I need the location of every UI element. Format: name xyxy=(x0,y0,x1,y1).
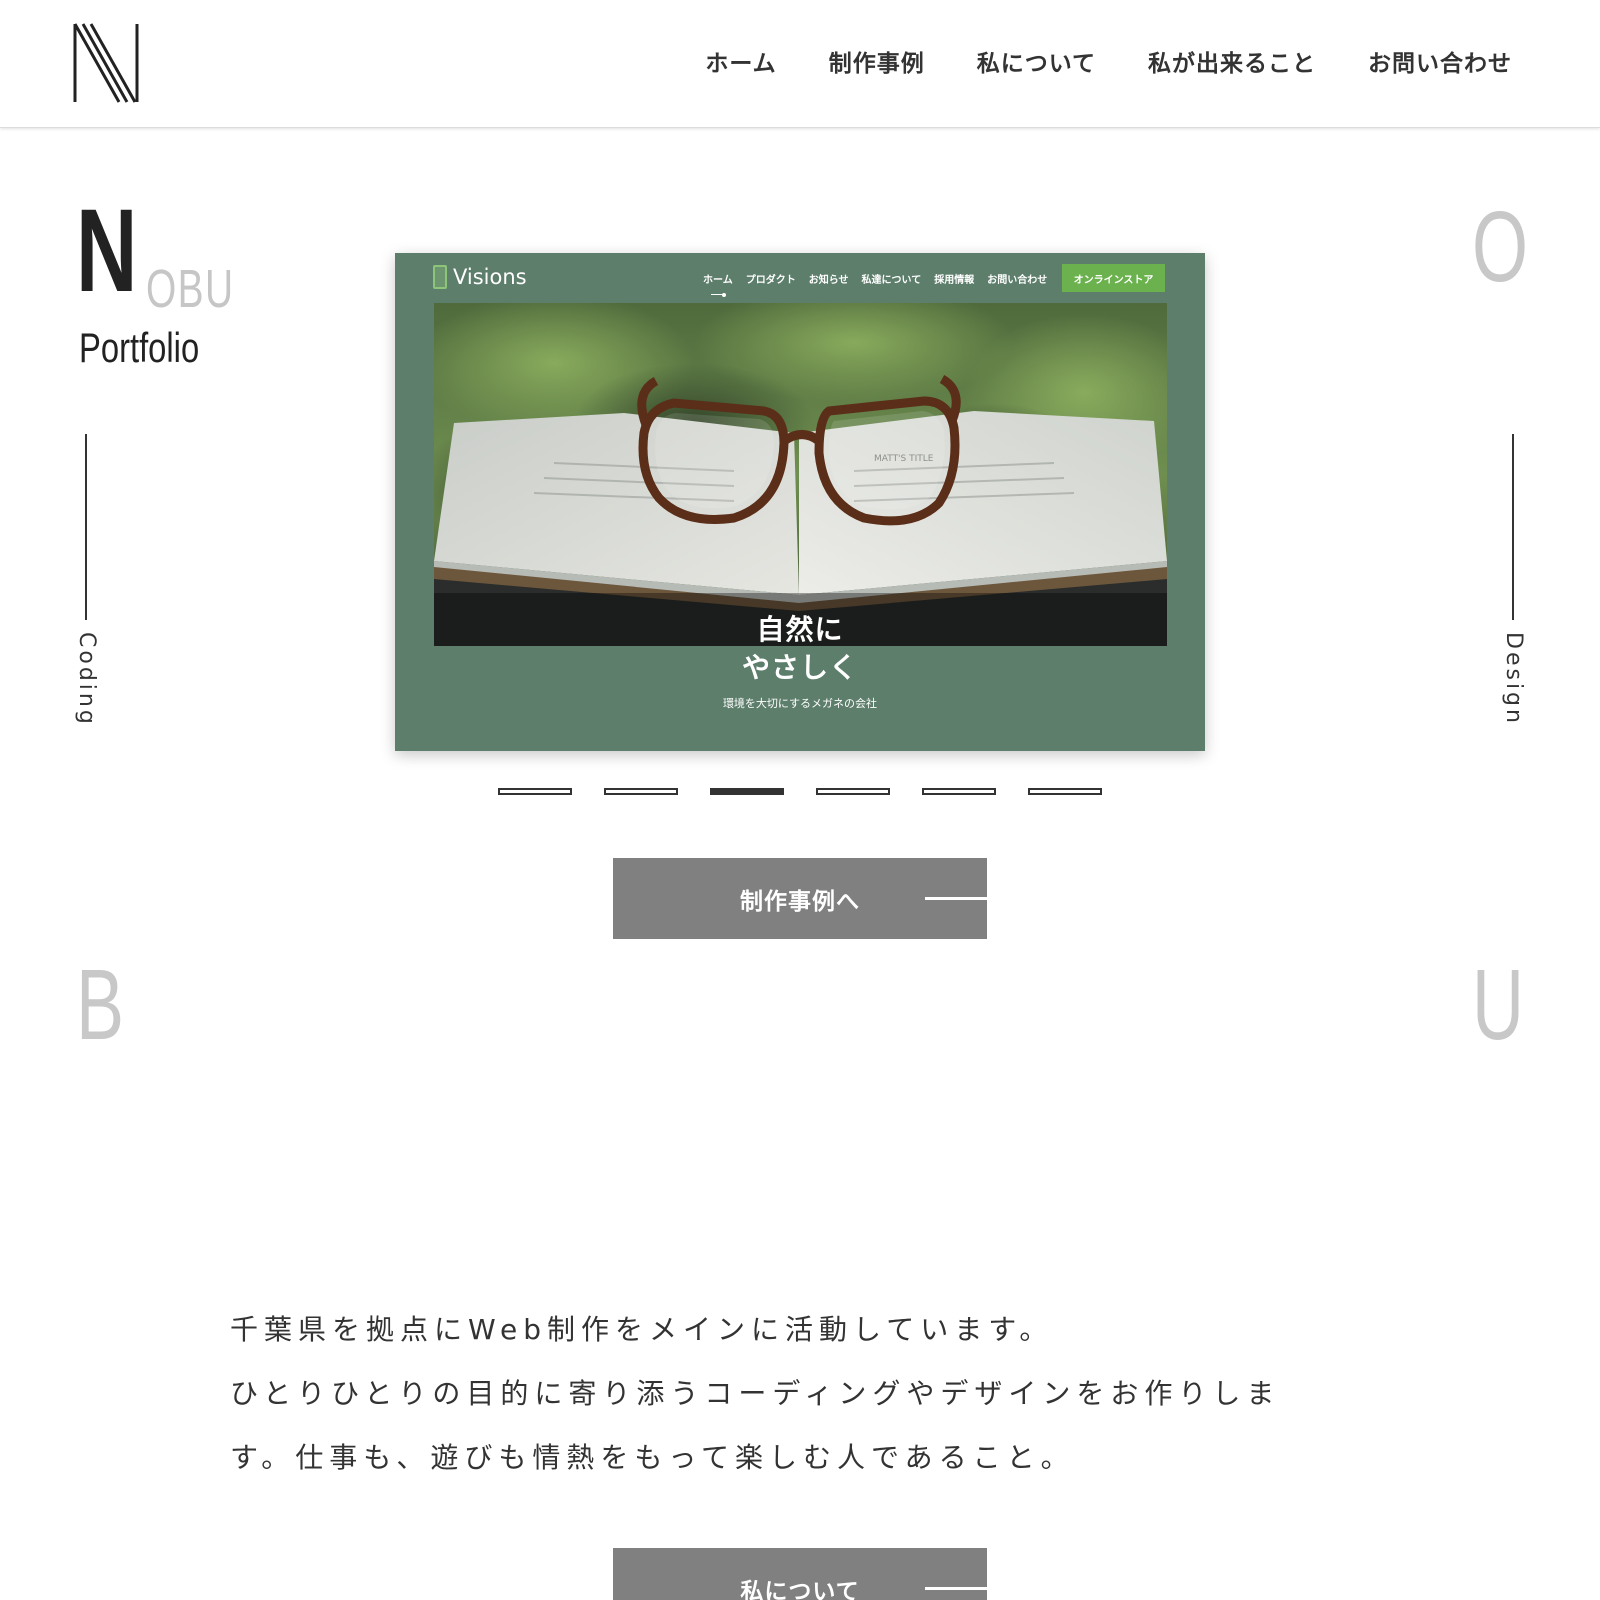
side-label-coding: Coding xyxy=(74,632,99,727)
site-header: ホーム 制作事例 私について 私が出来ること お問い合わせ xyxy=(0,0,1600,128)
nav-works[interactable]: 制作事例 xyxy=(829,44,925,78)
about-button-label: 私について xyxy=(740,1579,860,1600)
slider-dot[interactable] xyxy=(816,788,890,795)
slide-nav: ホーム プロダクト お知らせ 私達について 採用情報 お問い合わせ xyxy=(703,271,1048,297)
slide-nav-item: 私達について xyxy=(861,275,922,286)
nav-home[interactable]: ホーム xyxy=(705,44,776,78)
brand-initial: N xyxy=(76,185,138,317)
slider-pagination xyxy=(498,788,1102,795)
side-letter-o: O xyxy=(1472,191,1529,303)
slide-nav-item: プロダクト xyxy=(745,275,796,286)
side-letter-u: U xyxy=(1472,949,1524,1061)
side-label-design: Design xyxy=(1501,632,1526,726)
site-logo[interactable] xyxy=(73,22,139,104)
glasses-book-photo: MATT'S TITLE xyxy=(434,303,1167,646)
slide-subtitle: 環境を大切にするメガネの会社 xyxy=(722,697,878,710)
brand-subtitle: Portfolio xyxy=(79,324,200,371)
intro-text: 千葉県を拠点にWeb制作をメインに活動しています。 ひとりひとりの目的に寄り添う… xyxy=(230,1298,1330,1490)
arrow-line-icon xyxy=(925,897,987,900)
slider-dot[interactable] xyxy=(1028,788,1102,795)
slide-headline-line2: やさしく xyxy=(741,651,858,684)
slide-logo: Visions xyxy=(433,265,527,289)
works-slide[interactable]: Visions ホーム プロダクト お知らせ 私達について 採用情報 お問い合わ… xyxy=(395,253,1205,751)
slider-dot[interactable] xyxy=(604,788,678,795)
left-divider-line xyxy=(85,434,87,620)
slide-headline-line1: 自然に xyxy=(756,613,844,646)
slide-cta: オンラインストア xyxy=(1062,264,1165,292)
slide-nav-item: 採用情報 xyxy=(934,275,975,286)
intro-line: す。仕事も、遊びも情熱をもって楽しむ人であること。 xyxy=(230,1441,1075,1474)
slider-dot[interactable] xyxy=(922,788,996,795)
main-nav: ホーム 制作事例 私について 私が出来ること お問い合わせ xyxy=(705,44,1512,78)
arrow-line-icon xyxy=(925,1587,987,1590)
nav-contact[interactable]: お問い合わせ xyxy=(1368,44,1512,78)
nav-about[interactable]: 私について xyxy=(977,44,1096,78)
slide-nav-item: ホーム xyxy=(703,271,733,297)
brand-rest: OBU xyxy=(146,259,235,319)
intro-line: ひとりひとりの目的に寄り添うコーディングやデザインをお作りしま xyxy=(230,1377,1281,1410)
slider-dot-active[interactable] xyxy=(710,788,784,795)
nav-services[interactable]: 私が出来ること xyxy=(1148,44,1316,78)
works-button[interactable]: 制作事例へ xyxy=(613,858,987,939)
slide-logo-text: Visions xyxy=(453,265,527,289)
slide-nav-item: お問い合わせ xyxy=(987,275,1048,286)
leaf-icon xyxy=(433,265,447,289)
right-divider-line xyxy=(1512,434,1514,620)
slider-dot[interactable] xyxy=(498,788,572,795)
slide-nav-item: お知らせ xyxy=(808,275,849,286)
about-button[interactable]: 私について xyxy=(613,1548,987,1600)
intro-line: 千葉県を拠点にWeb制作をメインに活動しています。 xyxy=(230,1313,1054,1346)
side-letter-b: B xyxy=(76,949,125,1061)
